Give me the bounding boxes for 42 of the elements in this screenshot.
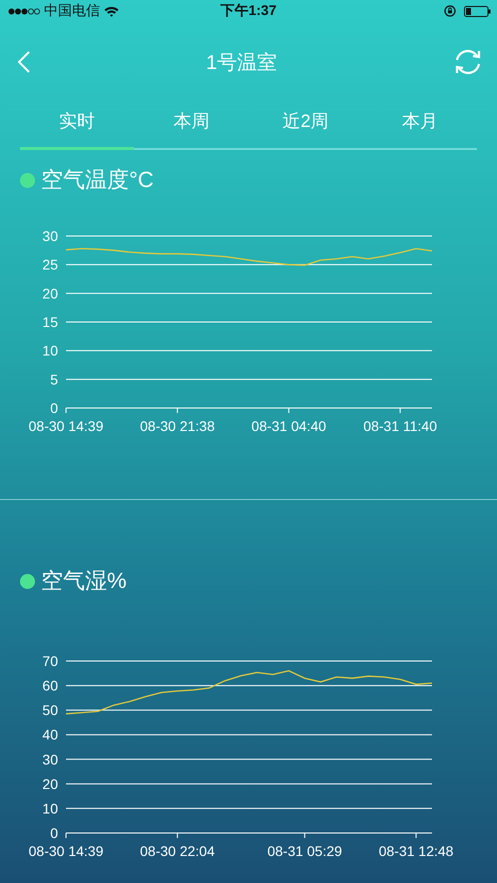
y-axis-label: 10: [42, 342, 58, 359]
legend-dot: [20, 574, 35, 588]
y-axis-label: 5: [50, 371, 58, 388]
tab[interactable]: 近2周: [248, 103, 363, 150]
signal-icon: [8, 8, 40, 14]
chart-title: 空气温度°C: [41, 166, 154, 194]
y-axis-label: 0: [50, 400, 58, 416]
tab[interactable]: 本周: [134, 103, 248, 150]
x-axis-label: 08-30 14:39: [28, 843, 104, 859]
x-axis-label: 08-30 14:39: [28, 418, 104, 434]
wifi-icon: [104, 6, 119, 16]
x-axis-label: 08-31 04:40: [251, 418, 326, 434]
back-icon: [18, 51, 30, 73]
tab[interactable]: 本月: [362, 103, 477, 150]
y-axis-label: 20: [42, 285, 58, 302]
legend-dot: [20, 172, 35, 188]
x-axis-label: 08-31 12:48: [378, 843, 454, 859]
refresh-button[interactable]: [453, 48, 483, 76]
y-axis-label: 40: [42, 726, 58, 743]
x-axis-label: 08-30 21:38: [140, 418, 215, 434]
y-axis-label: 30: [42, 228, 58, 244]
y-axis-label: 25: [42, 256, 58, 273]
y-axis-label: 20: [42, 776, 58, 792]
y-axis-label: 50: [42, 702, 58, 718]
rotation-lock-icon: [444, 5, 456, 17]
x-axis-label: 08-31 05:29: [267, 843, 342, 859]
chart-title: 空气湿%: [41, 567, 127, 595]
status-time: 下午1:37: [220, 2, 277, 20]
tab[interactable]: 实时: [20, 103, 134, 150]
y-axis-label: 10: [42, 800, 58, 816]
back-button[interactable]: [18, 51, 30, 73]
y-axis-label: 0: [50, 825, 58, 841]
x-axis-label: 08-31 11:40: [363, 418, 438, 434]
y-axis-label: 30: [42, 751, 58, 768]
y-axis-label: 15: [42, 314, 58, 330]
y-axis-label: 60: [42, 678, 58, 694]
carrier-name: 中国电信: [44, 2, 100, 20]
page-title: 1号温室: [206, 50, 278, 76]
refresh-icon: [453, 48, 483, 76]
y-axis-label: 70: [42, 653, 58, 669]
x-axis-label: 08-30 22:04: [140, 843, 215, 859]
battery-icon: [464, 6, 491, 16]
